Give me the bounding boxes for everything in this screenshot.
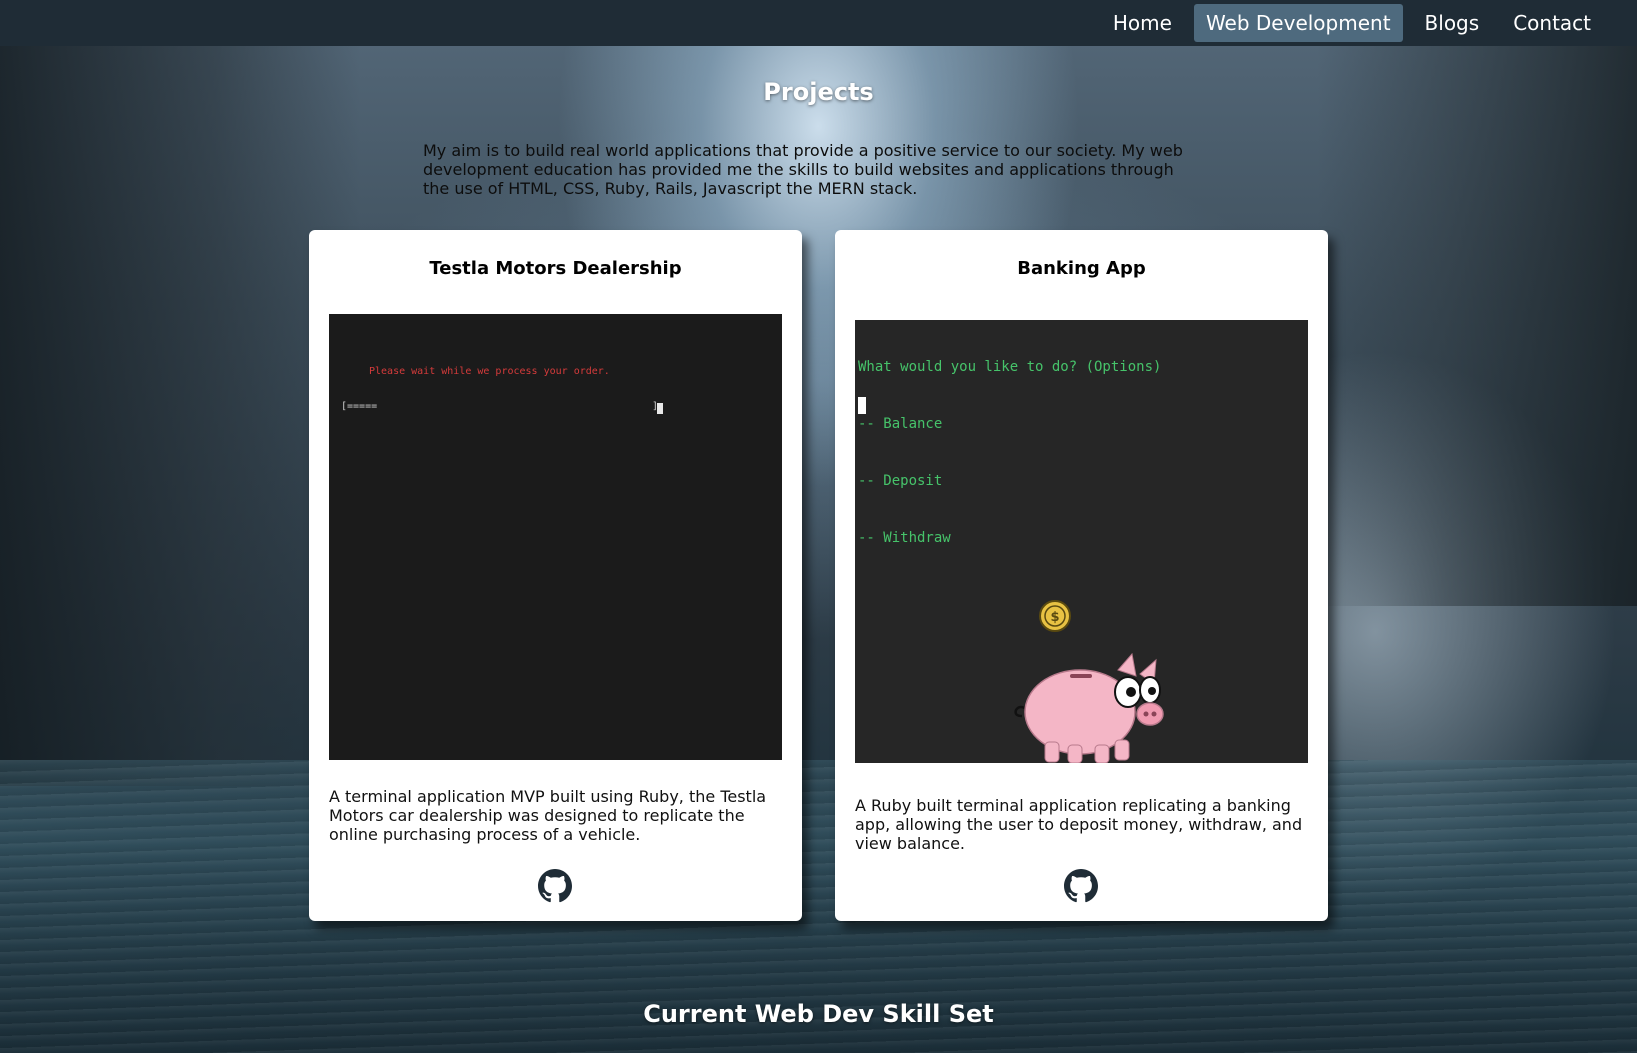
terminal-cursor (858, 397, 866, 414)
top-navbar: Home Web Development Blogs Contact (0, 0, 1637, 46)
project-card-testla: Testla Motors Dealership Please wait whi… (309, 230, 802, 921)
card-description: A Ruby built terminal application replic… (855, 796, 1303, 853)
github-icon[interactable] (538, 869, 572, 903)
background-cliff-right (1317, 46, 1637, 606)
projects-title: Projects (763, 78, 874, 106)
terminal-line: -- Deposit (858, 473, 943, 489)
terminal-line: -- Balance (858, 416, 943, 432)
project-screenshot-banking: What would you like to do? (Options) -- … (855, 320, 1308, 763)
terminal-menu: What would you like to do? (Options) -- … (858, 320, 1161, 586)
svg-text:$: $ (1050, 610, 1059, 625)
card-description: A terminal application MVP built using R… (329, 787, 767, 844)
coin-icon: $ (1039, 600, 1071, 632)
project-screenshot-testla: Please wait while we process your order.… (329, 314, 782, 760)
nav-item-blogs[interactable]: Blogs (1413, 4, 1492, 42)
background-cliff-left (0, 46, 360, 786)
terminal-wait-message: Please wait while we process your order. (369, 366, 610, 377)
nav-item-contact[interactable]: Contact (1501, 4, 1603, 42)
nav-item-web-development[interactable]: Web Development (1193, 4, 1403, 42)
card-title: Banking App (1017, 258, 1146, 279)
piggy-bank-icon (1014, 652, 1164, 763)
terminal-cursor (657, 403, 663, 414)
projects-intro: My aim is to build real world applicatio… (423, 141, 1183, 198)
skills-title: Current Web Dev Skill Set (643, 1000, 994, 1028)
terminal-line: What would you like to do? (Options) (858, 359, 1162, 375)
terminal-line: -- Withdraw (858, 530, 951, 546)
nav-item-home[interactable]: Home (1101, 4, 1184, 42)
terminal-progress-bar: [===== (341, 401, 378, 412)
card-title: Testla Motors Dealership (429, 258, 682, 279)
project-card-banking: Banking App What would you like to do? (… (835, 230, 1328, 921)
github-icon[interactable] (1064, 869, 1098, 903)
